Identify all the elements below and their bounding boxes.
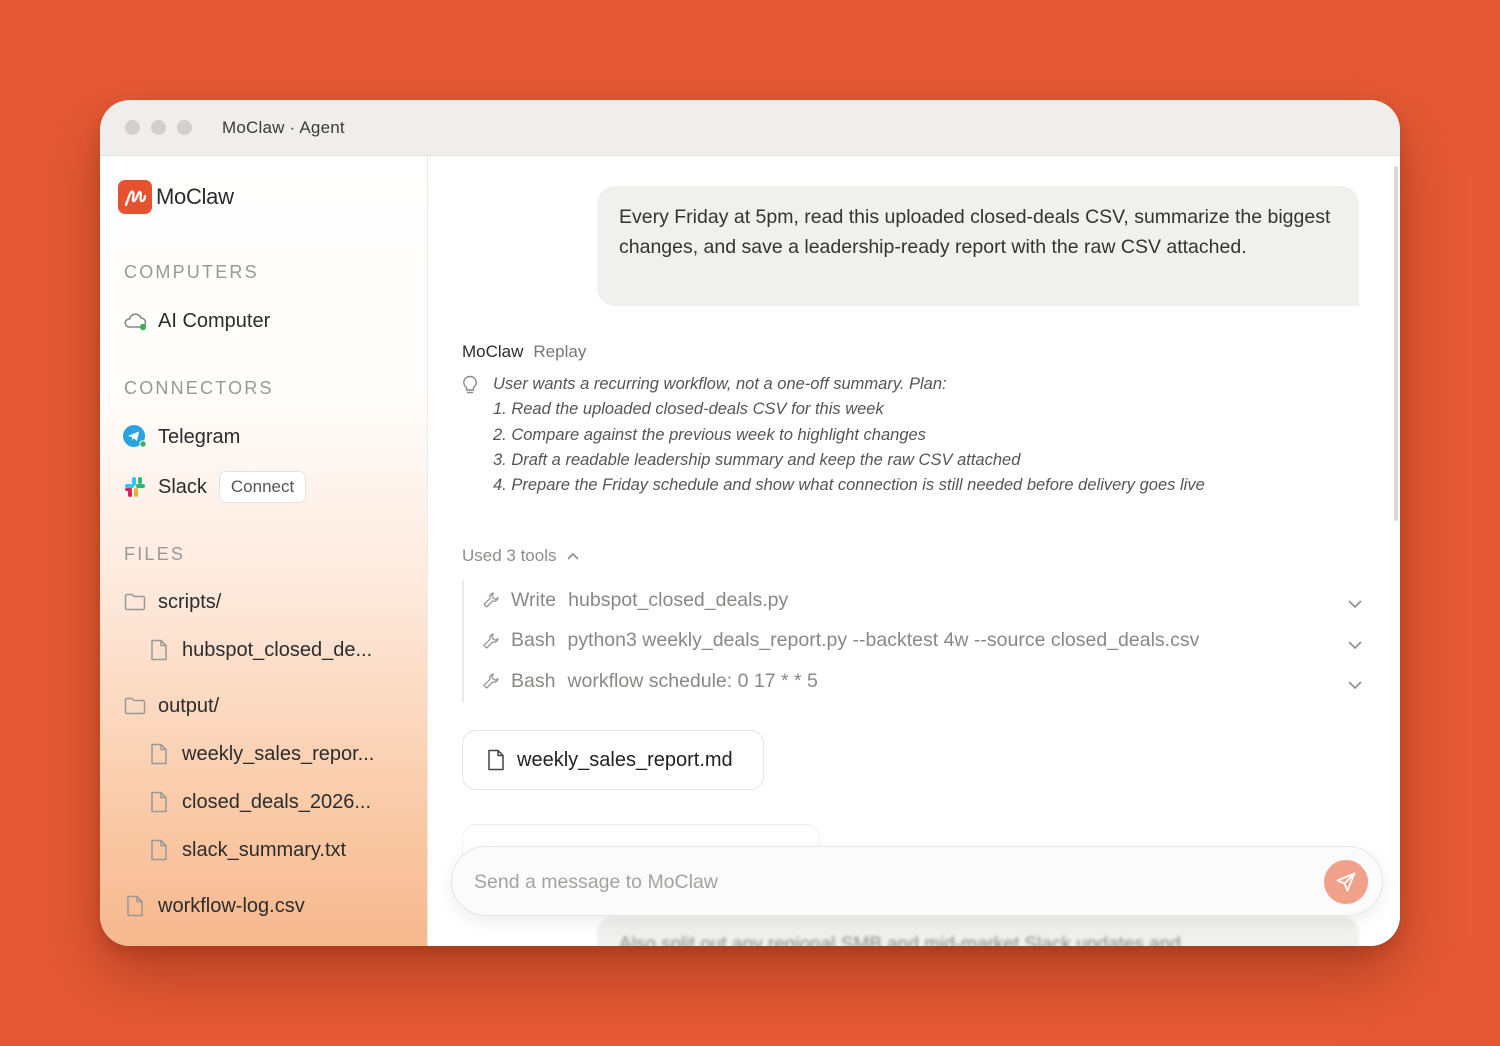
- send-button[interactable]: [1324, 860, 1368, 904]
- wrench-icon: [482, 632, 500, 650]
- chevron-down-icon[interactable]: [1348, 592, 1362, 615]
- cloud-icon: [122, 308, 148, 334]
- file-icon: [148, 742, 170, 766]
- thought-intro: User wants a recurring workflow, not a o…: [493, 375, 947, 393]
- chevron-down-icon[interactable]: [1348, 633, 1362, 656]
- file-icon: [148, 838, 170, 862]
- file-tree-item[interactable]: slack_summary.txt: [148, 838, 346, 862]
- moclaw-logo-icon: [118, 180, 152, 214]
- wrench-icon: [482, 591, 500, 609]
- slack-icon: [122, 474, 148, 500]
- file-tree-label: slack_summary.txt: [182, 838, 347, 861]
- file-tree-label: workflow-log.csv: [158, 894, 305, 917]
- thought-step: 4. Prepare the Friday schedule and show …: [493, 476, 1205, 495]
- file-tree-item[interactable]: workflow-log.csv: [124, 894, 305, 918]
- tool-verb: Bash: [511, 669, 556, 692]
- user-message: Every Friday at 5pm, read this uploaded …: [597, 186, 1359, 306]
- tools-list: Write hubspot_closed_deals.py Bash pytho…: [462, 580, 1362, 702]
- message-input[interactable]: [474, 865, 1274, 899]
- send-icon: [1335, 871, 1357, 893]
- connectors-section-label: CONNECTORS: [124, 378, 274, 398]
- zoom-window-button[interactable]: [177, 120, 192, 135]
- computers-section-label: COMPUTERS: [124, 262, 259, 282]
- wrench-icon: [482, 672, 500, 690]
- message-composer: [451, 846, 1383, 916]
- sidebar: MoClaw COMPUTERS AI Computer CONNECTORS: [100, 156, 428, 946]
- chat-panel: Every Friday at 5pm, read this uploaded …: [429, 156, 1400, 946]
- file-icon: [487, 749, 505, 771]
- file-icon: [148, 790, 170, 814]
- app-window: MoClaw · Agent MoClaw COMPUTERS AI Compu…: [100, 100, 1400, 946]
- tool-call-row[interactable]: Bash workflow schedule: 0 17 * * 5: [464, 661, 1362, 702]
- thought-step: 2. Compare against the previous week to …: [493, 425, 926, 444]
- close-window-button[interactable]: [125, 120, 140, 135]
- minimize-window-button[interactable]: [151, 120, 166, 135]
- window-title: MoClaw · Agent: [222, 118, 345, 137]
- agent-header: MoClaw Replay: [462, 342, 586, 362]
- tools-toggle[interactable]: Used 3 tools: [462, 546, 579, 566]
- brand[interactable]: MoClaw: [118, 180, 234, 214]
- telegram-icon: [122, 424, 148, 450]
- file-tree-label: hubspot_closed_de...: [182, 638, 373, 661]
- sidebar-item-ai-computer[interactable]: AI Computer: [122, 308, 270, 334]
- chevron-down-icon[interactable]: [1348, 673, 1362, 696]
- sidebar-item-label: Telegram: [158, 425, 241, 448]
- title-bar: MoClaw · Agent: [100, 100, 1400, 156]
- file-tree-item[interactable]: hubspot_closed_de...: [148, 638, 372, 662]
- tool-detail: workflow schedule: 0 17 * * 5: [567, 669, 818, 692]
- file-icon: [124, 894, 146, 918]
- file-tree-label: weekly_sales_repor...: [182, 742, 375, 765]
- folder-icon: [124, 590, 146, 614]
- sidebar-item-label: AI Computer: [158, 309, 271, 332]
- agent-thought: User wants a recurring workflow, not a o…: [462, 372, 1205, 498]
- sidebar-item-label: Slack: [158, 475, 207, 498]
- replay-button[interactable]: Replay: [533, 342, 586, 361]
- file-tree-label: output/: [158, 694, 220, 717]
- lightbulb-icon: [462, 375, 478, 403]
- chevron-up-icon: [567, 552, 579, 560]
- file-tree-item[interactable]: closed_deals_2026...: [148, 790, 371, 814]
- thought-step: 3. Draft a readable leadership summary a…: [493, 450, 1021, 469]
- file-tree-folder-output[interactable]: output/: [124, 694, 219, 718]
- tool-detail: python3 weekly_deals_report.py --backtes…: [567, 629, 1200, 652]
- file-tree-label: scripts/: [158, 590, 222, 613]
- sidebar-item-slack[interactable]: Slack Connect: [122, 471, 307, 503]
- tool-detail: hubspot_closed_deals.py: [568, 588, 789, 611]
- attachment-name: weekly_sales_report.md: [517, 748, 733, 771]
- attachment-card[interactable]: weekly_sales_report.md: [462, 730, 764, 790]
- slack-connect-button[interactable]: Connect: [218, 471, 307, 503]
- file-tree-label: closed_deals_2026...: [182, 790, 372, 813]
- tool-call-row[interactable]: Bash python3 weekly_deals_report.py --ba…: [464, 621, 1362, 662]
- thought-step: 1. Read the uploaded closed-deals CSV fo…: [493, 400, 884, 419]
- tool-call-row[interactable]: Write hubspot_closed_deals.py: [464, 580, 1362, 621]
- brand-name: MoClaw: [156, 184, 234, 209]
- file-icon: [148, 638, 170, 662]
- chat-scrollbar[interactable]: [1394, 166, 1398, 521]
- agent-name: MoClaw: [462, 342, 524, 361]
- file-tree-folder-scripts[interactable]: scripts/: [124, 590, 221, 614]
- folder-icon: [124, 694, 146, 718]
- user-message-partial: Also split out any regional SMB and mid-…: [597, 916, 1359, 946]
- tool-verb: Bash: [511, 629, 556, 652]
- files-section-label: FILES: [124, 544, 186, 564]
- tools-summary: Used 3 tools: [462, 546, 557, 565]
- file-tree-item[interactable]: weekly_sales_repor...: [148, 742, 374, 766]
- sidebar-item-telegram[interactable]: Telegram: [122, 424, 240, 450]
- tool-verb: Write: [511, 588, 557, 611]
